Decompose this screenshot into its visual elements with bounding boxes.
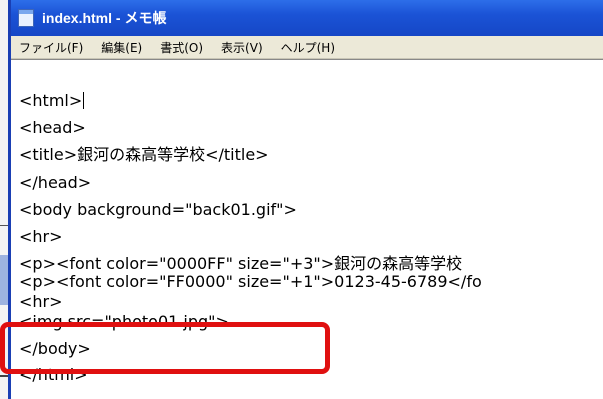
notepad-icon bbox=[18, 9, 34, 27]
title-bar[interactable]: index.html - メモ帳 bbox=[11, 0, 603, 36]
text-editor[interactable]: <html> <head> <title>銀河の森高等学校</title> </… bbox=[11, 59, 603, 399]
code-line: </head> bbox=[19, 173, 92, 192]
code-line: </html> bbox=[19, 365, 88, 384]
code-line: <head> bbox=[19, 118, 86, 137]
code-line: <p><font color="FF0000" size="+1">0123-4… bbox=[19, 272, 482, 291]
code-line: <img src="photo01.jpg"> bbox=[19, 312, 229, 331]
menu-view[interactable]: 表示(V) bbox=[221, 39, 263, 56]
code-line: <hr> bbox=[19, 227, 63, 246]
code-line: <hr> bbox=[19, 292, 63, 311]
code-line: <html> bbox=[19, 91, 85, 110]
menu-file[interactable]: ファイル(F) bbox=[19, 39, 83, 56]
menu-bar: ファイル(F) 編集(E) 書式(O) 表示(V) ヘルプ(H) bbox=[11, 36, 603, 59]
code-line: <title>銀河の森高等学校</title> bbox=[19, 145, 269, 164]
menu-edit[interactable]: 編集(E) bbox=[101, 39, 142, 56]
code-line: <p><font color="0000FF" size="+3">銀河の森高等… bbox=[19, 254, 463, 273]
code-line: </body> bbox=[19, 339, 91, 358]
text-caret bbox=[83, 92, 85, 109]
window-title: index.html - メモ帳 bbox=[42, 10, 167, 26]
notepad-window: index.html - メモ帳 ファイル(F) 編集(E) 書式(O) 表示(… bbox=[8, 0, 603, 399]
menu-help[interactable]: ヘルプ(H) bbox=[281, 39, 335, 56]
code-line: <body background="back01.gif"> bbox=[19, 200, 297, 219]
menu-format[interactable]: 書式(O) bbox=[160, 39, 203, 56]
